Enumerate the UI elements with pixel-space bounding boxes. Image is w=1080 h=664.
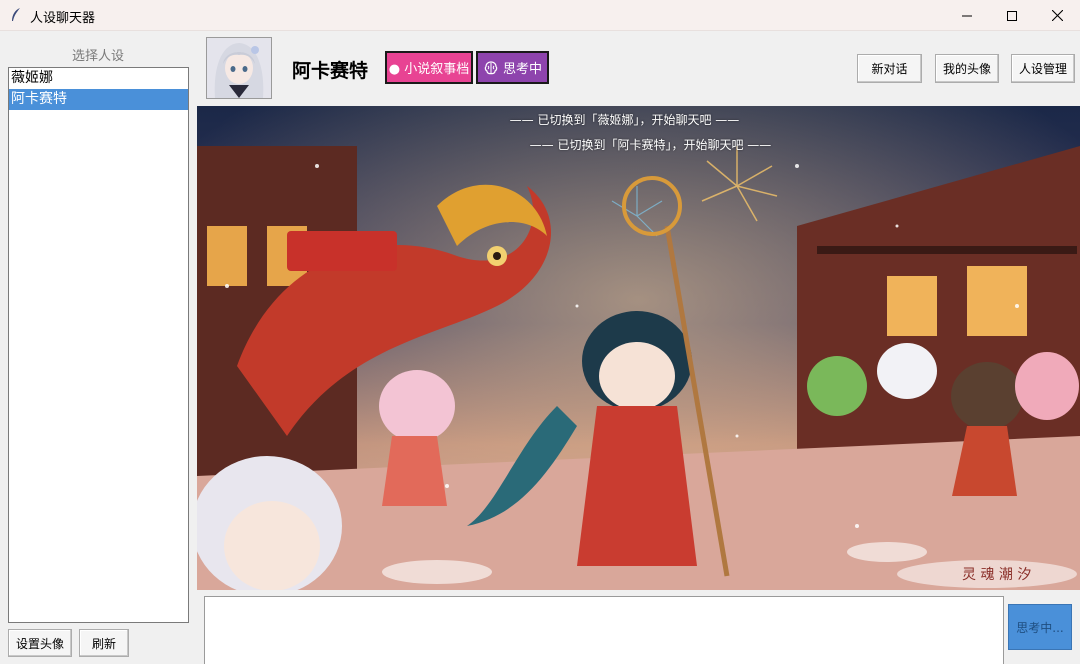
sidebar: 选择人设 薇姬娜 阿卡赛特 设置头像 刷新 (0, 32, 196, 664)
close-button[interactable] (1034, 0, 1080, 31)
my-avatar-button[interactable]: 我的头像 (935, 54, 999, 83)
maximize-button[interactable] (989, 0, 1035, 31)
maximize-icon (1007, 10, 1017, 21)
message-input[interactable] (204, 596, 1004, 664)
brain-icon (484, 60, 498, 74)
system-message: —— 已切换到「薇姬娜」，开始聊天吧 —— (509, 113, 740, 127)
set-avatar-button[interactable]: 设置头像 (8, 629, 72, 657)
persona-item-weijina[interactable]: 薇姬娜 (9, 68, 188, 89)
thinking-badge[interactable]: 思考中 (476, 51, 549, 84)
persona-list[interactable]: 薇姬娜 阿卡赛特 (8, 67, 189, 623)
persona-item-akasaite[interactable]: 阿卡赛特 (9, 89, 188, 110)
refresh-button[interactable]: 刷新 (79, 629, 129, 657)
window-title: 人设聊天器 (30, 11, 96, 26)
chat-area[interactable]: 灵 魂 潮 汐 —— 已切换到「薇姬娜」，开始聊天吧 —— —— 已切换到「阿卡… (197, 106, 1080, 590)
avatar-image (207, 38, 271, 98)
minimize-button[interactable] (944, 0, 990, 31)
close-icon (1051, 10, 1063, 21)
thinking-label: 思考中 (502, 62, 542, 77)
novel-mode-badge[interactable]: ● 小说叙事档 (385, 51, 473, 84)
character-avatar (206, 37, 272, 99)
persona-manage-button[interactable]: 人设管理 (1011, 54, 1075, 83)
chat-background-illustration: 灵 魂 潮 汐 (197, 106, 1080, 590)
send-button[interactable]: 思考中... (1008, 604, 1072, 650)
sidebar-title: 选择人设 (71, 49, 124, 64)
new-chat-button[interactable]: 新对话 (857, 54, 922, 83)
title-bar: 人设聊天器 (0, 0, 1080, 31)
feather-icon (12, 8, 20, 21)
character-name: 阿卡赛特 (292, 60, 369, 82)
system-message: —— 已切换到「阿卡赛特」，开始聊天吧 —— (529, 138, 772, 152)
watermark-text: 灵 魂 潮 汐 (962, 567, 1031, 583)
minimize-icon (962, 15, 972, 16)
